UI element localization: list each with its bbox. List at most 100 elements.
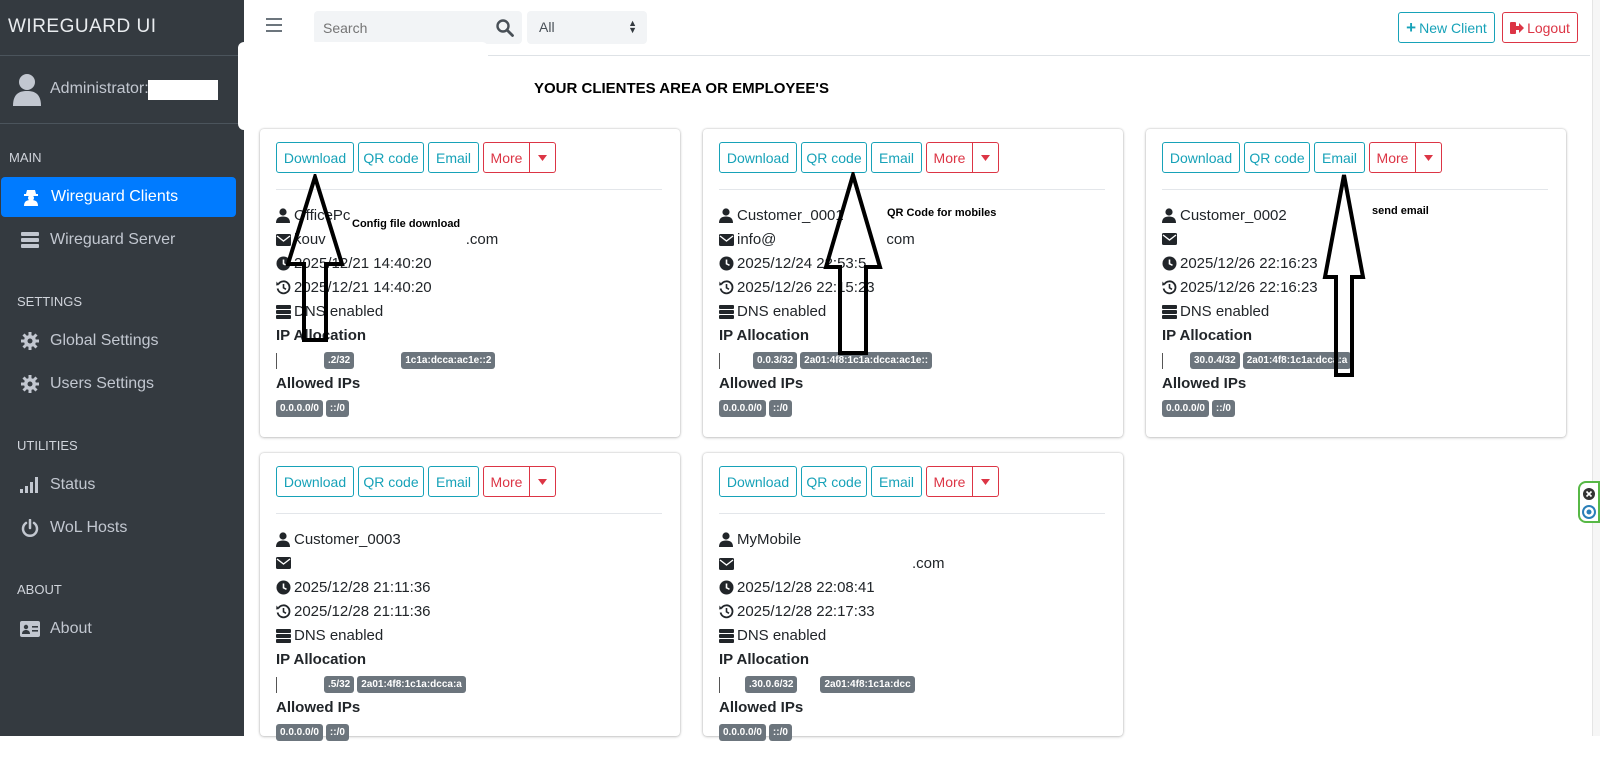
more-button[interactable]: More: [1369, 142, 1416, 173]
ip-allocation-label: IP Allocation: [1162, 327, 1253, 344]
ip-allocation-label: IP Allocation: [719, 327, 810, 344]
qr-code-button[interactable]: QR code: [801, 466, 867, 497]
allowed-ip-badge: ::/0: [325, 724, 349, 741]
more-button[interactable]: More: [483, 142, 530, 173]
client-dns-line: DNS enabled: [1162, 303, 1269, 320]
envelope-icon: [719, 556, 735, 572]
email-button[interactable]: Email: [1314, 142, 1365, 173]
email-button[interactable]: Email: [871, 466, 922, 497]
user-name[interactable]: Administrator:: [50, 80, 149, 98]
client-dns: DNS enabled: [737, 627, 827, 644]
card-actions: Download QR code Email More: [719, 142, 999, 173]
floating-widget[interactable]: [1578, 481, 1600, 523]
brand-title[interactable]: WIREGUARD UI: [0, 0, 244, 56]
envelope-icon: [1162, 231, 1178, 247]
sidebar-item-label: Wireguard Server: [50, 231, 176, 248]
client-name: Customer_0002: [1180, 207, 1287, 224]
card-actions: Download QR code Email More: [719, 466, 999, 497]
client-dns-line: DNS enabled: [719, 303, 826, 320]
more-button[interactable]: More: [926, 466, 973, 497]
more-dropdown-toggle[interactable]: [530, 142, 556, 173]
annotation-download: Config file download: [352, 218, 461, 230]
email-button[interactable]: Email: [428, 466, 479, 497]
more-dropdown-toggle[interactable]: [973, 466, 999, 497]
info-circle-icon[interactable]: [1582, 505, 1596, 519]
new-client-button[interactable]: + New Client: [1398, 12, 1495, 43]
more-dropdown-toggle[interactable]: [973, 142, 999, 173]
download-button[interactable]: Download: [276, 142, 354, 173]
annotation-arrow-email: [1322, 174, 1366, 377]
client-dns-line: DNS enabled: [719, 627, 826, 644]
allowed-ips-label: Allowed IPs: [719, 699, 804, 716]
more-dropdown-toggle[interactable]: [1416, 142, 1442, 173]
sidebar-item-label: Users Settings: [50, 375, 155, 392]
annotation-arrow-qr: [823, 172, 883, 355]
search-input[interactable]: [314, 11, 490, 44]
allowed-ip-badge: 0.0.0.0/0: [276, 724, 323, 741]
page-title: YOUR CLIENTES AREA OR EMPLOYEE'S: [534, 80, 829, 97]
sidebar-item-status[interactable]: Status: [0, 465, 235, 505]
sidebar-item-wireguard-clients[interactable]: Wireguard Clients: [1, 177, 236, 217]
redaction-edge: [276, 352, 277, 369]
download-button[interactable]: Download: [276, 466, 354, 497]
sidebar-item-users-settings[interactable]: Users Settings: [0, 364, 235, 404]
sidebar-item-about[interactable]: About: [0, 609, 235, 649]
envelope-icon: [276, 555, 292, 571]
history-icon: [719, 280, 735, 296]
client-dns: DNS enabled: [737, 303, 827, 320]
qr-code-button[interactable]: QR code: [358, 142, 424, 173]
download-button[interactable]: Download: [719, 142, 797, 173]
client-created: 2025/12/28 21:11:36: [294, 579, 431, 596]
allowed-ip-badge: 0.0.0.0/0: [1162, 400, 1209, 417]
user-icon: [1162, 208, 1178, 224]
sign-out-icon: [1510, 21, 1525, 34]
client-created: 2025/12/28 22:08:41: [737, 579, 875, 596]
new-client-label: New Client: [1419, 19, 1487, 36]
redaction-edge: [719, 352, 720, 369]
power-icon: [20, 518, 40, 538]
email-button[interactable]: Email: [428, 142, 479, 173]
ip-allocation-badges: .2/32 1c1a:dcca:ac1e::2: [276, 352, 498, 369]
allowed-ip-badge: 0.0.0.0/0: [719, 400, 766, 417]
qr-code-button[interactable]: QR code: [358, 466, 424, 497]
client-name: Customer_0003: [294, 531, 401, 548]
annotation-qr: QR Code for mobiles: [887, 207, 997, 219]
client-email-suffix: .com: [912, 555, 945, 572]
client-dns: DNS enabled: [1180, 303, 1270, 320]
page-scrollbar[interactable]: [1592, 0, 1600, 736]
logout-button[interactable]: Logout: [1502, 12, 1578, 43]
sidebar-item-wol-hosts[interactable]: WoL Hosts: [0, 508, 235, 548]
hamburger-menu-icon[interactable]: [266, 16, 284, 34]
client-updated: 2025/12/28 22:17:33: [737, 603, 875, 620]
nav-header-utilities: UTILITIES: [17, 438, 78, 453]
search-box: [314, 11, 522, 44]
status-filter-select[interactable]: All ▲ ▼: [527, 11, 647, 44]
nav-header-about: ABOUT: [17, 582, 62, 597]
more-dropdown-toggle[interactable]: [530, 466, 556, 497]
client-created-line: 2025/12/26 22:16:23: [1162, 255, 1318, 272]
qr-code-button[interactable]: QR code: [801, 142, 867, 173]
client-created-line: 2025/12/28 22:08:41: [719, 579, 875, 596]
client-name-line: Customer_0003: [276, 531, 401, 548]
download-button[interactable]: Download: [1162, 142, 1240, 173]
sidebar-item-wireguard-server[interactable]: Wireguard Server: [0, 220, 235, 260]
more-button[interactable]: More: [483, 466, 530, 497]
allowed-ip-badge: ::/0: [768, 724, 792, 741]
client-name-line: MyMobile: [719, 531, 801, 548]
search-icon[interactable]: [496, 19, 514, 37]
client-email: info@: [737, 231, 777, 248]
more-button[interactable]: More: [926, 142, 973, 173]
download-button[interactable]: Download: [719, 466, 797, 497]
sidebar-item-global-settings[interactable]: Global Settings: [0, 321, 235, 361]
clock-icon: [719, 256, 735, 272]
redacted-ip: [723, 352, 753, 369]
client-email-suffix: com: [886, 231, 915, 248]
user-icon: [719, 208, 735, 224]
ipv4-badge: .2/32: [324, 352, 355, 369]
qr-code-button[interactable]: QR code: [1244, 142, 1310, 173]
email-button[interactable]: Email: [871, 142, 922, 173]
clock-icon: [719, 580, 735, 596]
close-circle-icon[interactable]: [1582, 487, 1596, 501]
client-email-suffix: .com: [465, 231, 499, 248]
allowed-ips-badges: 0.0.0.0/0 ::/0: [1162, 400, 1238, 417]
